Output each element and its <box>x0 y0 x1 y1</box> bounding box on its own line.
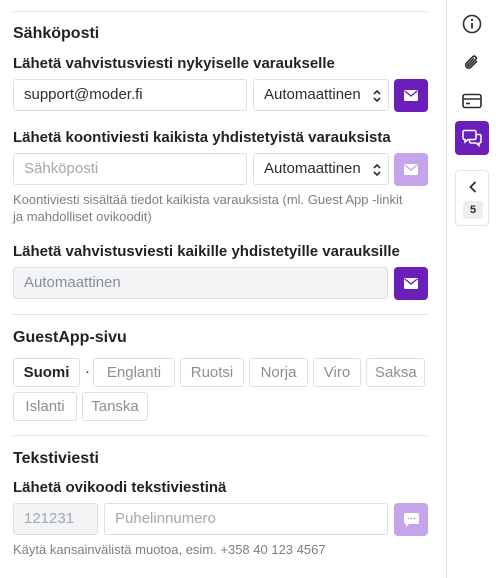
send-sms-button[interactable] <box>394 503 428 536</box>
confirm-all-language-field[interactable]: Automaattinen <box>13 267 388 299</box>
messages-button[interactable] <box>455 121 489 155</box>
envelope-icon <box>404 164 418 175</box>
selected-separator-dot: · <box>85 363 90 380</box>
section-divider <box>13 314 427 315</box>
sms-hint: Käytä kansainvälistä muotoa, esim. +358 … <box>13 542 326 557</box>
section-divider <box>13 435 427 436</box>
language-option-norja[interactable]: Norja <box>249 358 308 387</box>
send-confirmation-button[interactable] <box>394 79 428 112</box>
summary-hint: Koontiviesti sisältää tiedot kaikista va… <box>13 192 403 224</box>
phone-number-input[interactable]: Puhelinnumero <box>104 503 388 535</box>
language-option-saksa[interactable]: Saksa <box>366 358 425 387</box>
summary-label: Lähetä koontiviesti kaikista yhdistetyis… <box>13 129 391 146</box>
sidebar-collapse-toggle[interactable]: 5 <box>455 170 489 226</box>
select-arrows-icon <box>373 89 381 103</box>
confirm-current-label: Lähetä vahvistusviesti nykyiselle varauk… <box>13 55 335 72</box>
language-option-tanska[interactable]: Tanska <box>82 392 148 421</box>
summary-language-select[interactable]: Automaattinen <box>253 153 389 185</box>
language-option-englanti[interactable]: Englanti <box>93 358 175 387</box>
language-option-viro[interactable]: Viro <box>313 358 361 387</box>
collapsed-count-badge: 5 <box>463 201 483 219</box>
email-section-title: Sähköposti <box>13 25 100 42</box>
send-confirm-all-button[interactable] <box>394 267 428 300</box>
payment-button[interactable] <box>455 84 489 118</box>
chevron-left-icon <box>456 177 490 197</box>
top-divider <box>13 11 427 12</box>
door-code-field[interactable]: 121231 <box>13 503 98 535</box>
attachments-button[interactable] <box>455 46 489 80</box>
info-button[interactable] <box>455 7 489 41</box>
sms-section-title: Tekstiviesti <box>13 450 99 467</box>
chat-icon <box>462 129 482 147</box>
guestapp-section-title: GuestApp-sivu <box>13 329 127 346</box>
info-icon <box>462 14 482 34</box>
right-sidebar: 5 <box>446 0 496 578</box>
message-panel: Sähköposti Lähetä vahvistusviesti nykyis… <box>0 0 446 578</box>
language-option-ruotsi[interactable]: Ruotsi <box>180 358 244 387</box>
summary-language-value: Automaattinen <box>264 160 361 177</box>
confirm-all-label: Lähetä vahvistusviesti kaikille yhdistet… <box>13 243 400 260</box>
language-option-islanti[interactable]: Islanti <box>13 392 77 421</box>
confirm-language-value: Automaattinen <box>264 86 361 103</box>
sms-label: Lähetä ovikoodi tekstiviestinä <box>13 479 227 496</box>
confirm-email-input[interactable]: support@moder.fi <box>13 79 247 111</box>
send-summary-button[interactable] <box>394 153 428 186</box>
envelope-icon <box>404 278 418 289</box>
select-arrows-icon <box>373 163 381 177</box>
language-option-suomi[interactable]: Suomi <box>13 358 80 387</box>
summary-email-input[interactable]: Sähköposti <box>13 153 247 185</box>
confirm-all-value: Automaattinen <box>24 274 121 291</box>
sms-bubble-icon <box>403 512 419 527</box>
confirm-language-select[interactable]: Automaattinen <box>253 79 389 111</box>
payment-card-icon <box>462 93 482 109</box>
envelope-icon <box>404 90 418 101</box>
paperclip-icon <box>464 55 478 69</box>
